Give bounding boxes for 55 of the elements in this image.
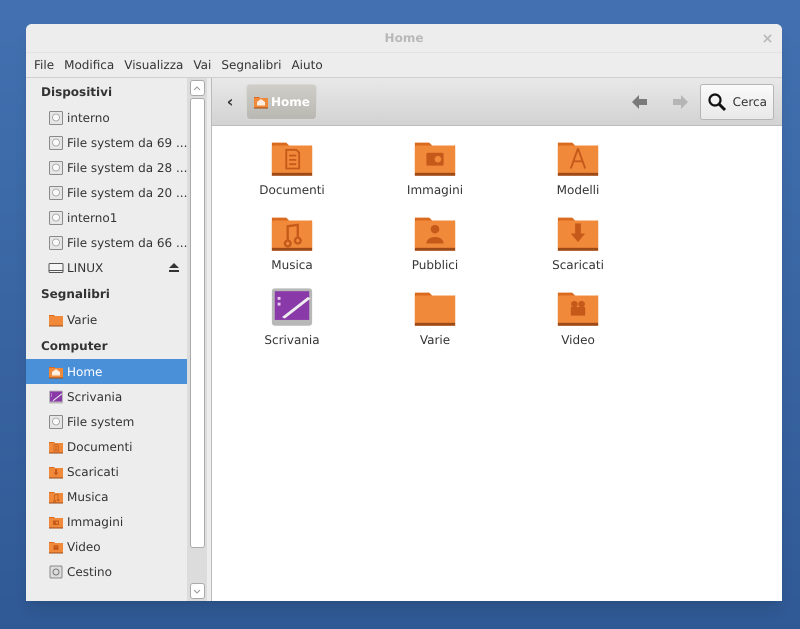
sidebar-heading: Segnalibri <box>40 286 111 303</box>
folder-tile[interactable]: Video <box>528 284 628 349</box>
drive-icon <box>48 210 64 226</box>
sidebar-item[interactable]: Scaricati <box>26 459 187 484</box>
sidebar-item[interactable]: Varie <box>26 307 187 332</box>
drive-icon <box>48 414 64 430</box>
eject-icon[interactable] <box>169 263 179 272</box>
menu-item[interactable]: Aiuto <box>286 56 328 74</box>
drive-icon <box>48 110 64 126</box>
folder-tile[interactable]: Varie <box>385 284 485 349</box>
menu-item[interactable]: File <box>29 56 60 74</box>
sidebar-item[interactable]: Immagini <box>26 509 187 534</box>
sidebar-item[interactable]: Video <box>26 534 187 559</box>
search-icon <box>706 92 727 112</box>
sidebar-item[interactable]: File system da 20 ... <box>26 180 187 205</box>
sidebar-item[interactable]: Documenti <box>26 434 187 459</box>
scroll-down-button[interactable] <box>190 583 204 599</box>
scroll-thumb[interactable] <box>190 98 204 548</box>
sidebar-heading: Computer <box>40 338 108 354</box>
sidebar-item[interactable]: Cestino <box>26 559 187 584</box>
desktop-icon <box>48 388 64 404</box>
sidebar-item[interactable]: File system da 69 ... <box>26 130 187 155</box>
sidebar-item[interactable]: File system <box>26 409 187 434</box>
menu-item[interactable]: Segnalibri <box>216 56 286 74</box>
chevron-down-icon <box>193 588 201 594</box>
folder-tile[interactable]: Documenti <box>242 134 342 199</box>
sidebar-item[interactable]: File system da 28 ... <box>26 155 187 180</box>
folder-tile[interactable]: Musica <box>242 209 342 274</box>
folder-tile[interactable]: Immagini <box>385 134 485 199</box>
close-icon[interactable] <box>763 34 772 43</box>
menu-item[interactable]: Visualizza <box>119 56 188 74</box>
forward-arrow-icon[interactable] <box>672 94 688 108</box>
search-button[interactable]: Cerca <box>700 84 774 120</box>
drive-icon <box>48 184 64 200</box>
chevron-up-icon <box>193 86 201 90</box>
folder-tile[interactable]: Scaricati <box>528 209 628 274</box>
scrollbar[interactable] <box>187 78 207 601</box>
folder-tile[interactable]: Modelli <box>528 134 628 199</box>
sidebar-item[interactable]: Scrivania <box>26 384 187 409</box>
drive-icon <box>48 160 64 176</box>
back-button[interactable]: ‹ <box>220 90 240 114</box>
sidebar-item[interactable]: File system da 66 ... <box>26 230 187 255</box>
scroll-up-button[interactable] <box>190 80 204 96</box>
sidebar-item[interactable]: LINUX <box>26 255 187 280</box>
menu-item[interactable]: Modifica <box>59 56 120 74</box>
folder-tile[interactable]: Scrivania <box>242 284 342 349</box>
folder-tile[interactable]: Pubblici <box>385 209 485 274</box>
sidebar-item[interactable]: interno1 <box>26 205 187 230</box>
sidebar-item[interactable]: interno <box>26 105 187 130</box>
menu-item[interactable]: Vai <box>188 56 216 74</box>
drive-icon <box>48 134 64 150</box>
sidebar-heading: Dispositivi <box>40 84 114 100</box>
back-arrow-icon[interactable] <box>632 94 648 108</box>
drive-icon <box>48 234 64 250</box>
sidebar-item[interactable]: Musica <box>26 484 187 509</box>
